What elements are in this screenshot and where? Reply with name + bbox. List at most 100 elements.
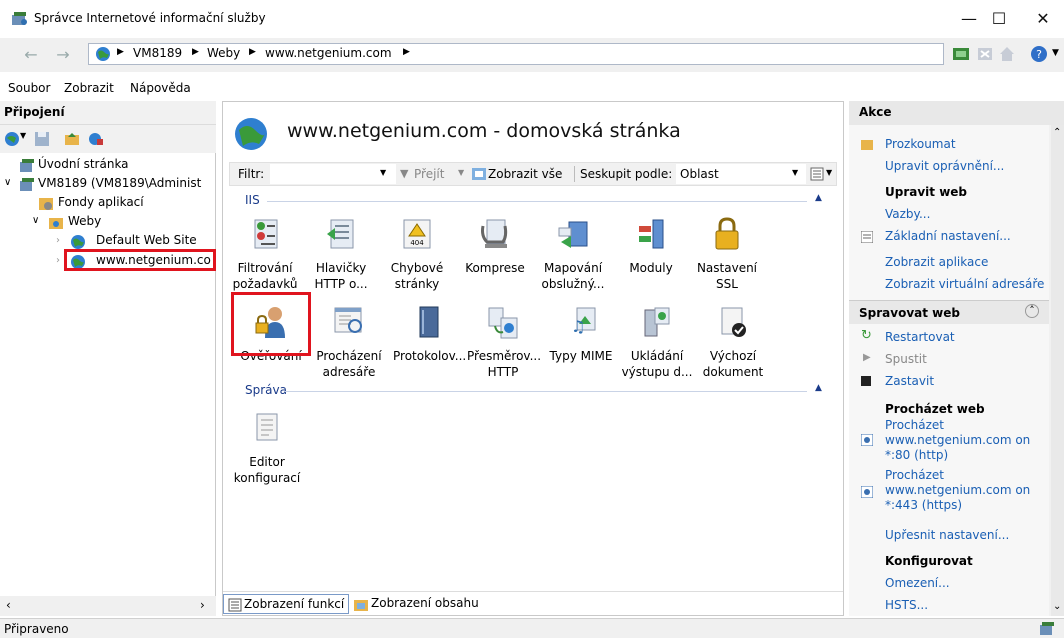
action-explore[interactable]: Prozkoumat — [885, 137, 956, 151]
action-view-applications[interactable]: Zobrazit aplikace — [885, 255, 988, 269]
collapse-arrow-icon[interactable]: › — [56, 255, 60, 266]
connect-globe-icon[interactable] — [4, 131, 20, 147]
stop-icon[interactable] — [976, 45, 994, 63]
feature-http-headers[interactable]: Hlavičky HTTP o... — [305, 216, 377, 292]
tree-item-start-page[interactable]: Úvodní stránka — [38, 157, 129, 171]
maximize-button[interactable]: ☐ — [988, 8, 1010, 30]
horizontal-scrollbar[interactable]: ‹ › — [0, 596, 216, 616]
action-browse-443[interactable]: Procházet www.netgenium.com on *:443 (ht… — [885, 468, 1030, 513]
action-browse-80[interactable]: Procházet www.netgenium.com on *:80 (htt… — [885, 418, 1030, 463]
action-advanced-settings[interactable]: Upřesnit nastavení... — [885, 528, 1009, 542]
action-stop[interactable]: Zastavit — [885, 374, 934, 388]
divider — [267, 201, 807, 202]
page-title: www.netgenium.com - domovská stránka — [287, 120, 681, 142]
feature-label: Nastavení — [696, 261, 758, 275]
section-browse-site: Procházet web — [885, 402, 985, 416]
group-sprava[interactable]: Správa ▲ — [237, 383, 829, 398]
home-icon[interactable] — [998, 45, 1016, 63]
features-view-icon — [228, 598, 242, 612]
feature-compression[interactable]: Komprese — [459, 216, 531, 276]
tree-item-server[interactable]: VM8189 (VM8189\Administ — [38, 176, 201, 190]
content-view-icon[interactable] — [353, 597, 369, 613]
forward-button[interactable]: → — [50, 44, 76, 66]
feature-http-redirect[interactable]: Přesměrov... HTTP — [467, 304, 541, 380]
feature-error-pages[interactable]: 404 Chybové stránky — [381, 216, 453, 292]
action-basic-settings[interactable]: Základní nastavení... — [885, 229, 1011, 243]
filter-go-icon[interactable]: ▼ — [400, 167, 408, 180]
action-limits[interactable]: Omezení... — [885, 576, 950, 590]
chevron-right-icon: ▶ — [192, 47, 199, 57]
feature-label: HTTP — [487, 365, 519, 379]
feature-ssl-settings[interactable]: Nastavení SSL — [691, 216, 763, 292]
action-view-virtual-dirs[interactable]: Zobrazit virtuální adresáře — [885, 277, 1044, 291]
collapse-arrow-icon[interactable]: › — [56, 235, 60, 246]
back-button[interactable]: ← — [18, 44, 44, 66]
feature-logging[interactable]: Protokolov... — [393, 304, 466, 364]
chevron-down-icon[interactable]: ▼ — [826, 168, 832, 177]
save-icon[interactable] — [34, 131, 50, 147]
action-hsts[interactable]: HSTS... — [885, 598, 928, 612]
action-restart[interactable]: Restartovat — [885, 330, 955, 344]
view-options-icon[interactable] — [810, 167, 826, 181]
browse-icon — [861, 434, 873, 446]
scroll-left-icon[interactable]: ‹ — [6, 598, 11, 612]
minimize-button[interactable]: — — [958, 8, 980, 30]
action-start[interactable]: Spustit — [885, 352, 927, 366]
scroll-down-icon[interactable]: ⌄ — [1053, 601, 1061, 612]
browse-443-line2: www.netgenium.com on — [885, 483, 1031, 497]
filter-bar: Filtr: ▼ ▼ Přejít ▼ Zobrazit vše Seskupi… — [229, 162, 837, 186]
feature-request-filtering[interactable]: Filtrování požadavků — [229, 216, 301, 292]
feature-config-editor[interactable]: Editor konfigurací — [231, 410, 303, 486]
collapse-icon[interactable]: ▲ — [815, 383, 822, 393]
collapse-icon[interactable]: ˄ — [1025, 304, 1039, 318]
tab-features-view[interactable]: Zobrazení funkcí — [223, 594, 349, 614]
address-segment-sites[interactable]: Weby — [207, 46, 240, 60]
globe-icon — [71, 235, 85, 249]
expand-arrow-icon[interactable]: ∨ — [32, 215, 39, 226]
connect-icon[interactable] — [952, 45, 970, 63]
section-manage-site[interactable]: Spravovat web ˄ — [849, 300, 1049, 324]
close-button[interactable]: ✕ — [1032, 8, 1054, 30]
go-button[interactable]: Přejít — [414, 167, 444, 181]
chevron-down-icon[interactable]: ▼ — [20, 131, 26, 140]
scroll-up-icon[interactable]: ⌃ — [1053, 127, 1061, 138]
filter-input[interactable] — [270, 164, 396, 184]
menu-file[interactable]: Soubor — [8, 81, 50, 95]
tree-item-app-pools[interactable]: Fondy aplikací — [58, 195, 144, 209]
feature-default-document[interactable]: Výchozí dokument — [697, 304, 769, 380]
address-bar[interactable]: ▶ VM8189 ▶ Weby ▶ www.netgenium.com ▶ — [88, 43, 944, 65]
show-all-button[interactable]: Zobrazit vše — [488, 167, 562, 181]
feature-output-caching[interactable]: Ukládání výstupu d... — [621, 304, 693, 380]
feature-directory-browsing[interactable]: Procházení adresáře — [313, 304, 385, 380]
address-segment-site[interactable]: www.netgenium.com — [265, 46, 392, 60]
menu-help[interactable]: Nápověda — [130, 81, 191, 95]
action-bindings[interactable]: Vazby... — [885, 207, 930, 221]
feature-mime-types[interactable]: ♫ Typy MIME — [545, 304, 617, 364]
default-document-icon — [721, 307, 746, 337]
feature-modules[interactable]: Moduly — [615, 216, 687, 276]
help-icon[interactable]: ? — [1030, 45, 1048, 63]
vertical-scrollbar[interactable]: ⌃ ⌄ — [1051, 125, 1064, 616]
collapse-icon[interactable]: ▲ — [815, 193, 822, 203]
address-segment-server[interactable]: VM8189 — [133, 46, 182, 60]
disconnect-icon[interactable] — [88, 131, 104, 147]
expand-arrow-icon[interactable]: ∨ — [4, 177, 11, 188]
action-edit-permissions[interactable]: Upravit oprávnění... — [885, 159, 1004, 173]
group-iis[interactable]: IIS ▲ — [237, 193, 829, 208]
folder-up-icon[interactable] — [64, 131, 80, 147]
logging-icon — [419, 306, 439, 338]
tab-content-view[interactable]: Zobrazení obsahu — [371, 596, 479, 610]
menu-view[interactable]: Zobrazit — [64, 81, 114, 95]
show-all-icon[interactable] — [472, 167, 488, 181]
chevron-down-icon: ▼ — [792, 168, 799, 177]
feature-handler-mappings[interactable]: Mapování obslužný... — [537, 216, 609, 292]
chevron-down-icon[interactable]: ▼ — [380, 168, 386, 177]
group-by-select[interactable]: Oblast ▼ — [676, 164, 806, 184]
chevron-down-icon[interactable]: ▼ — [458, 168, 464, 177]
scroll-right-icon[interactable]: › — [200, 598, 205, 612]
chevron-down-icon[interactable]: ▼ — [1052, 48, 1059, 58]
tree-item-default-web-site[interactable]: Default Web Site — [96, 233, 197, 247]
group-sprava-label: Správa — [245, 383, 287, 397]
tree-item-sites[interactable]: Weby — [68, 214, 101, 228]
browse-80-line1: Procházet — [885, 418, 944, 432]
